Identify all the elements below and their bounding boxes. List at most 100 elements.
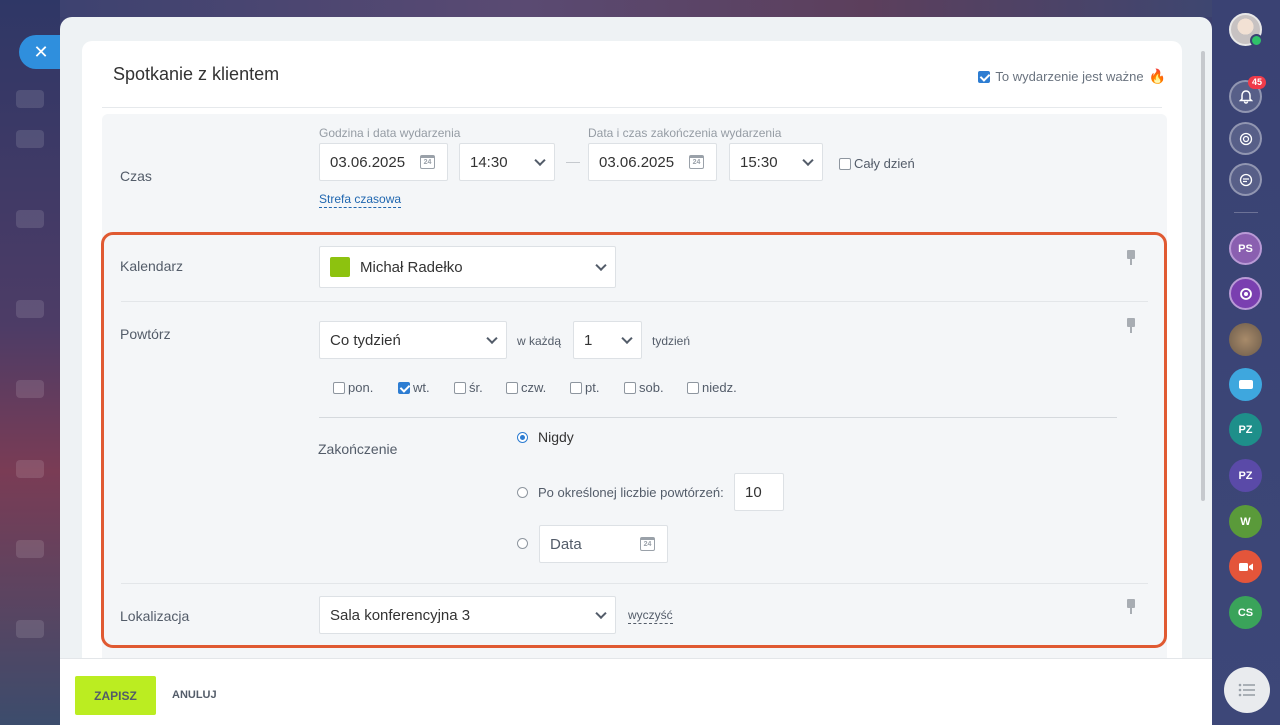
calendar-label: Kalendarz <box>120 258 184 274</box>
chevron-down-icon <box>621 332 633 345</box>
day-label: pt. <box>585 380 600 395</box>
cancel-button[interactable]: ANULUJ <box>172 689 217 701</box>
location-clear-link[interactable]: wyczyść <box>628 608 673 624</box>
end-count-option[interactable]: Po określonej liczbie powtórzeń: <box>517 485 724 500</box>
sidebar-menu-button[interactable] <box>1224 667 1270 713</box>
scrollbar-thumb[interactable] <box>1201 51 1205 501</box>
chevron-down-icon <box>802 154 814 167</box>
close-button[interactable]: ✕ <box>19 35 61 69</box>
sidebar-divider <box>1234 212 1258 213</box>
day-checkbox[interactable] <box>454 381 466 394</box>
important-toggle[interactable]: To wydarzenie jest ważne 🔥 <box>978 68 1166 85</box>
pin-icon[interactable] <box>1126 599 1136 615</box>
day-checkbox[interactable] <box>333 381 345 394</box>
bell-icon <box>1238 89 1253 104</box>
start-date-input[interactable]: 03.06.2025 24 <box>319 143 448 181</box>
day-fri[interactable]: pt. <box>570 380 599 395</box>
notifications-button[interactable]: 45 <box>1229 76 1266 113</box>
sidebar-item-w[interactable]: W <box>1229 505 1262 538</box>
repeat-unit-label: tydzień <box>652 334 691 348</box>
chat-button[interactable] <box>1229 163 1262 196</box>
end-date-radio[interactable] <box>517 538 528 549</box>
start-time-value: 14:30 <box>470 153 508 171</box>
location-label: Lokalizacja <box>120 608 190 624</box>
user-avatar[interactable] <box>1229 13 1263 47</box>
end-count-value: 10 <box>745 483 762 501</box>
chat-icon <box>1239 173 1252 186</box>
sidebar-item-cs[interactable]: CS <box>1229 596 1262 629</box>
chevron-down-icon <box>534 154 546 167</box>
scrollbar[interactable] <box>1197 31 1209 661</box>
chevron-down-icon <box>486 332 498 345</box>
flame-icon: 🔥 <box>1148 68 1166 84</box>
pin-icon[interactable] <box>1126 318 1136 334</box>
notification-count-badge: 45 <box>1247 76 1266 89</box>
spiral-icon <box>1239 132 1252 145</box>
repeat-interval-value: 1 <box>584 331 593 349</box>
calendar-icon: 24 <box>689 155 704 169</box>
end-never-option[interactable]: Nigdy <box>517 429 574 445</box>
end-date-option[interactable] <box>517 538 528 549</box>
day-sat[interactable]: sob. <box>624 380 664 395</box>
time-label: Czas <box>120 168 152 184</box>
end-count-radio[interactable] <box>517 487 528 498</box>
end-time-select[interactable]: 15:30 <box>729 143 823 181</box>
calendar-icon: 24 <box>640 537 655 551</box>
range-dash: — <box>566 153 580 169</box>
title-divider <box>102 107 1162 108</box>
all-day-label: Cały dzień <box>854 156 915 171</box>
end-date-value: 03.06.2025 <box>599 153 675 171</box>
day-checkbox[interactable] <box>624 381 636 394</box>
day-wed[interactable]: śr. <box>454 380 483 395</box>
sidebar-item-pz-2[interactable]: PZ <box>1229 459 1262 492</box>
day-sun[interactable]: niedz. <box>687 380 737 395</box>
end-never-radio[interactable] <box>517 431 528 443</box>
right-sidebar: 45 PS PZ PZ W CS <box>1212 0 1280 725</box>
chevron-down-icon <box>595 607 607 620</box>
calendar-value: Michał Radełko <box>360 258 463 276</box>
row-divider <box>121 301 1148 302</box>
sidebar-item-pz[interactable]: PZ <box>1229 413 1262 446</box>
day-checkbox[interactable] <box>570 381 582 394</box>
location-value: Sala konferencyjna 3 <box>330 606 471 624</box>
message-icon <box>1238 379 1253 389</box>
timezone-link[interactable]: Strefa czasowa <box>319 192 402 208</box>
end-date-input[interactable]: 03.06.2025 24 <box>588 143 717 181</box>
play-icon <box>1250 34 1263 47</box>
end-time-value: 15:30 <box>740 153 778 171</box>
activity-button[interactable] <box>1229 122 1262 155</box>
save-button[interactable]: ZAPISZ <box>75 676 156 715</box>
day-checkbox[interactable] <box>506 381 518 394</box>
blurred-item <box>16 130 44 148</box>
footer-bar: ZAPISZ ANULUJ <box>60 658 1212 725</box>
video-call-button[interactable] <box>1229 550 1262 583</box>
all-day-toggle[interactable]: Cały dzień <box>839 156 915 171</box>
start-time-select[interactable]: 14:30 <box>459 143 555 181</box>
repeat-divider <box>319 417 1117 418</box>
messages-button[interactable] <box>1229 368 1262 401</box>
all-day-checkbox[interactable] <box>839 157 851 170</box>
repeat-every-label: w każdą <box>517 334 562 348</box>
repeat-frequency-select[interactable]: Co tydzień <box>319 321 507 359</box>
day-checkbox[interactable] <box>398 381 410 394</box>
calendar-select[interactable]: Michał Radełko <box>319 246 616 288</box>
repeat-interval-select[interactable]: 1 <box>573 321 642 359</box>
group-avatar[interactable] <box>1229 323 1262 356</box>
day-tue[interactable]: wt. <box>398 380 430 395</box>
close-icon: ✕ <box>33 42 49 62</box>
day-checkbox[interactable] <box>687 381 699 394</box>
day-mon[interactable]: pon. <box>333 380 373 395</box>
end-count-input[interactable]: 10 <box>734 473 784 511</box>
sidebar-item-ps[interactable]: PS <box>1229 232 1262 265</box>
end-date-picker[interactable]: Data 24 <box>539 525 668 563</box>
end-count-label: Po określonej liczbie powtórzeń: <box>538 485 724 500</box>
location-select[interactable]: Sala konferencyjna 3 <box>319 596 616 634</box>
day-thu[interactable]: czw. <box>506 380 546 395</box>
pin-icon[interactable] <box>1126 250 1136 266</box>
calendar-icon: 24 <box>420 155 435 169</box>
day-label: niedz. <box>702 380 737 395</box>
blurred-item <box>16 300 44 318</box>
blurred-item <box>16 210 44 228</box>
sidebar-item-app[interactable] <box>1229 277 1262 310</box>
important-checkbox[interactable] <box>978 70 991 83</box>
